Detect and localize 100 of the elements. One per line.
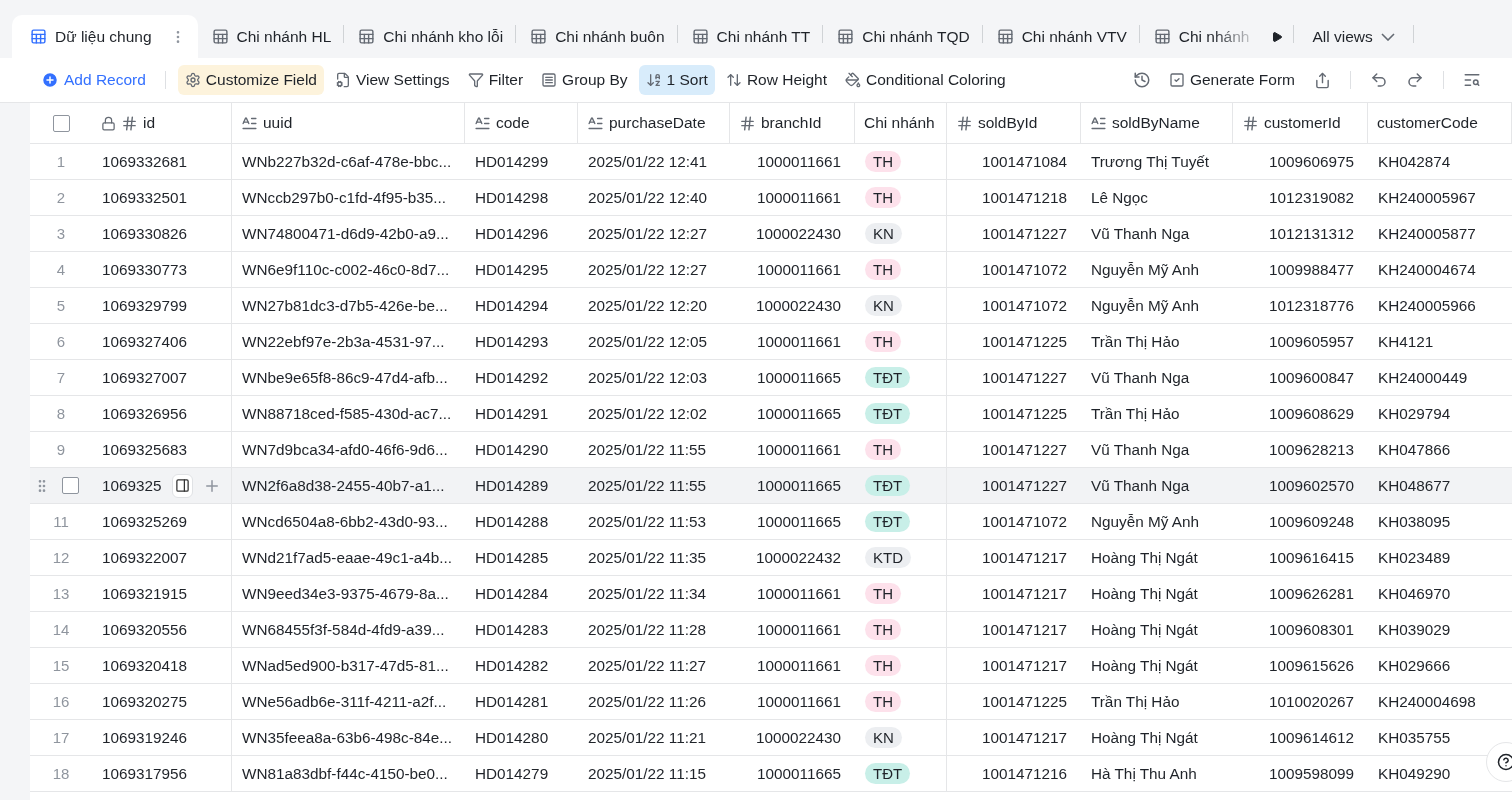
- all-views-button[interactable]: All views: [1294, 15, 1413, 58]
- table-cell: HD014285: [475, 548, 549, 567]
- row-number: 13: [51, 584, 71, 604]
- branch-tag: KN: [865, 295, 902, 316]
- column-header[interactable]: id: [92, 103, 232, 143]
- table-cell: 1000011661: [757, 620, 841, 639]
- table-cell: WN9eed34e3-9375-4679-8a...: [242, 584, 449, 603]
- view-tab[interactable]: Chi nhánh VTV: [982, 15, 1139, 58]
- view-tab[interactable]: Chi nhánh TT: [677, 15, 823, 58]
- table-cell: WNd21f7ad5-eaae-49c1-a4b...: [242, 548, 453, 567]
- column-header[interactable]: soldById: [947, 103, 1081, 143]
- table-cell: 1069319246: [102, 728, 188, 747]
- table-cell: HD014288: [475, 512, 549, 531]
- checkbox[interactable]: [52, 114, 70, 132]
- branch-tag: KN: [865, 727, 902, 748]
- table-cell: 1069320418: [102, 656, 188, 675]
- view-tab[interactable]: Chi nhánh HL: [197, 15, 344, 58]
- funnel-icon: [467, 72, 484, 88]
- branch-tag: TH: [865, 187, 901, 208]
- row-number: 12: [51, 548, 71, 568]
- table-cell: 1000011661: [757, 440, 841, 459]
- toolbar-button[interactable]: 1 Sort: [638, 65, 715, 95]
- toolbar-button[interactable]: Filter: [460, 65, 531, 95]
- table-cell: 2025/01/22 11:27: [588, 656, 706, 675]
- row-number: 16: [51, 692, 71, 712]
- toolbar-button[interactable]: View Settings: [328, 65, 457, 95]
- table-cell: WN22ebf97e-2b3a-4531-97...: [242, 332, 445, 351]
- branch-tag: TĐT: [865, 367, 911, 388]
- table-cell: WNad5ed900-b317-47d5-81...: [242, 656, 449, 675]
- toolbar-button[interactable]: Add Record: [34, 65, 153, 95]
- row-number: 1: [55, 152, 67, 172]
- column-header[interactable]: customerId: [1233, 103, 1368, 143]
- table-cell: HD014281: [475, 692, 549, 711]
- toolbar-button[interactable]: Row Height: [718, 65, 835, 95]
- table-cell: Vũ Thanh Nga: [1091, 440, 1190, 459]
- table-cell: 1001471217: [981, 656, 1067, 675]
- table-cell: HD014296: [475, 224, 549, 243]
- panel-icon: [174, 478, 190, 493]
- row-number: 7: [55, 368, 67, 388]
- text-field-icon: [587, 114, 604, 132]
- table-cell: Nguyễn Mỹ Anh: [1091, 296, 1199, 315]
- toolbar-button[interactable]: Conditional Coloring: [838, 65, 1013, 95]
- table-cell: HD014283: [475, 620, 549, 639]
- table-cell: 1001471072: [981, 296, 1067, 315]
- table-cell: WNcd6504a8-6bb2-43d0-93...: [242, 512, 448, 531]
- table-cell: 2025/01/22 12:40: [588, 188, 708, 207]
- expand-button[interactable]: [171, 473, 193, 498]
- table-cell: 1000011665: [757, 512, 841, 531]
- toolbar-button[interactable]: Group By: [534, 65, 635, 95]
- up-down-arrows-icon: [725, 72, 742, 88]
- form-icon: [1168, 72, 1185, 88]
- table-cell: 1009606975: [1268, 152, 1354, 171]
- table-cell: 1012319082: [1268, 188, 1354, 207]
- column-header[interactable]: code: [465, 103, 578, 143]
- table-icon: [1153, 28, 1171, 45]
- table-cell: HD014291: [475, 404, 549, 423]
- column-header[interactable]: Chi nhánh: [855, 103, 947, 143]
- table-cell: 2025/01/22 12:41: [588, 152, 708, 171]
- table-cell: 1001471084: [981, 152, 1067, 171]
- table-icon: [837, 28, 855, 45]
- column-header[interactable]: soldByName: [1081, 103, 1233, 143]
- view-tab[interactable]: Chi nhánh TQD: [823, 15, 982, 58]
- table-cell: Trần Thị Hảo: [1091, 332, 1180, 351]
- table-cell: HD014292: [475, 368, 549, 387]
- table-cell: 1009616415: [1268, 548, 1354, 567]
- view-tab[interactable]: Chi nhánh: [1139, 15, 1262, 58]
- table-cell: 1009605957: [1268, 332, 1354, 351]
- table-cell: WN35feea8a-63b6-498c-84e...: [242, 728, 453, 747]
- table-icon: [691, 28, 709, 45]
- table-cell: 1001471072: [981, 260, 1067, 279]
- table-cell: Trần Thị Hảo: [1091, 692, 1180, 711]
- row-number: 14: [51, 620, 71, 640]
- row-number: 17: [51, 728, 71, 748]
- view-tab[interactable]: Chi nhánh buôn: [516, 15, 677, 58]
- table-cell: KH029794: [1378, 404, 1451, 423]
- view-tab[interactable]: Chi nhánh kho lỗi: [344, 15, 516, 58]
- column-header[interactable]: uuid: [232, 103, 465, 143]
- table-cell: WNb227b32d-c6af-478e-bbc...: [242, 152, 452, 171]
- table-cell: WN88718ced-f585-430d-ac7...: [242, 404, 452, 423]
- branch-tag: TH: [865, 331, 901, 352]
- table-icon: [211, 28, 229, 45]
- hash-icon: [739, 114, 756, 132]
- column-header[interactable]: branchId: [730, 103, 855, 143]
- toolbar-button[interactable]: Customize Field: [177, 65, 324, 95]
- table-cell: 2025/01/22 12:05: [588, 332, 708, 351]
- generate-form-button[interactable]: Generate Form: [1161, 65, 1302, 95]
- table-cell: 1000022432: [755, 548, 841, 567]
- view-tab[interactable]: Dữ liệu chung: [12, 15, 198, 58]
- column-header[interactable]: customerCode: [1368, 103, 1512, 143]
- checkbox[interactable]: [62, 477, 79, 494]
- table-cell: 2025/01/22 11:55: [588, 440, 706, 459]
- document-gear-icon: [335, 72, 351, 88]
- column-header[interactable]: purchaseDate: [578, 103, 730, 143]
- table-cell: 1069320556: [102, 620, 188, 639]
- table-cell: HD014280: [475, 728, 549, 747]
- help-icon: [1497, 753, 1512, 771]
- branch-tag: TH: [865, 583, 901, 604]
- table-cell: 2025/01/22 12:27: [588, 224, 708, 243]
- table-cell: WN27b81dc3-d7b5-426e-be...: [242, 296, 448, 315]
- branch-tag: TH: [865, 691, 901, 712]
